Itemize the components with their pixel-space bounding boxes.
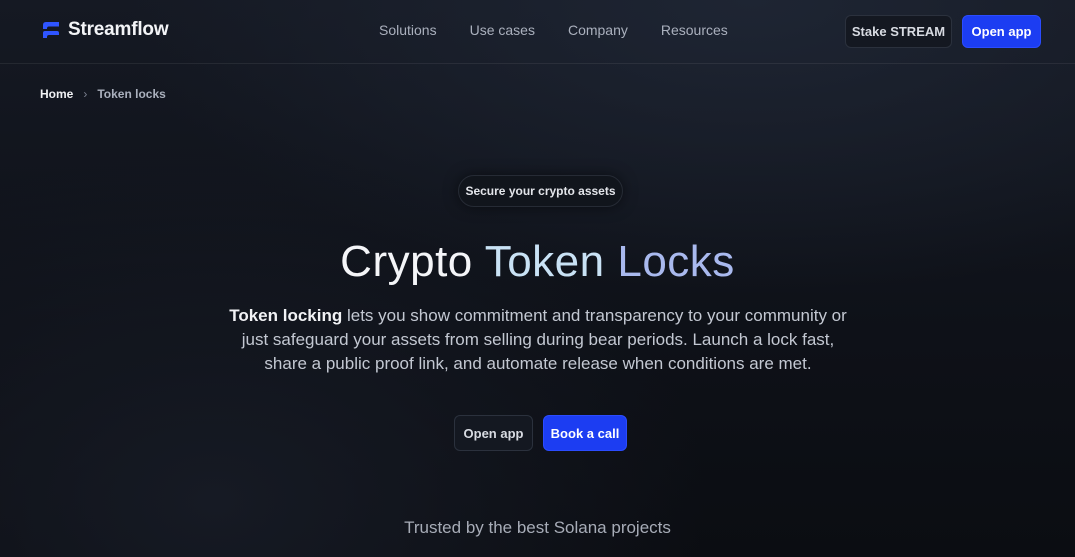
- title-word-crypto: Crypto: [340, 237, 473, 286]
- book-call-button[interactable]: Book a call: [543, 415, 627, 451]
- top-navbar: Streamflow Solutions Use cases Company R…: [0, 0, 1075, 64]
- breadcrumb-current: Token locks: [97, 87, 166, 101]
- breadcrumb: Home › Token locks: [40, 87, 166, 101]
- breadcrumb-home-link[interactable]: Home: [40, 87, 73, 101]
- menu-item-solutions[interactable]: Solutions: [379, 22, 437, 38]
- trusted-by-heading: Trusted by the best Solana projects: [404, 518, 671, 537]
- page-title: Crypto Token Locks: [0, 236, 1075, 288]
- brand-logo[interactable]: Streamflow: [40, 19, 169, 41]
- title-word-locks: Locks: [617, 237, 735, 286]
- menu-item-use-cases[interactable]: Use cases: [470, 22, 535, 38]
- open-app-hero-button[interactable]: Open app: [454, 415, 533, 451]
- hero-description-highlight: Token locking: [229, 306, 343, 325]
- hero-badge: Secure your crypto assets: [458, 175, 623, 207]
- open-app-nav-button[interactable]: Open app: [962, 15, 1041, 48]
- hero-description: Token locking lets you show commitment a…: [222, 304, 854, 376]
- stake-stream-button[interactable]: Stake STREAM: [845, 15, 952, 48]
- main-menu: Solutions Use cases Company Resources: [379, 22, 728, 38]
- title-word-token: Token: [484, 237, 605, 286]
- chevron-right-icon: ›: [83, 87, 88, 101]
- menu-item-company[interactable]: Company: [568, 22, 628, 38]
- menu-item-resources[interactable]: Resources: [661, 22, 728, 38]
- brand-name: Streamflow: [68, 19, 169, 40]
- streamflow-logo-icon: [43, 22, 59, 38]
